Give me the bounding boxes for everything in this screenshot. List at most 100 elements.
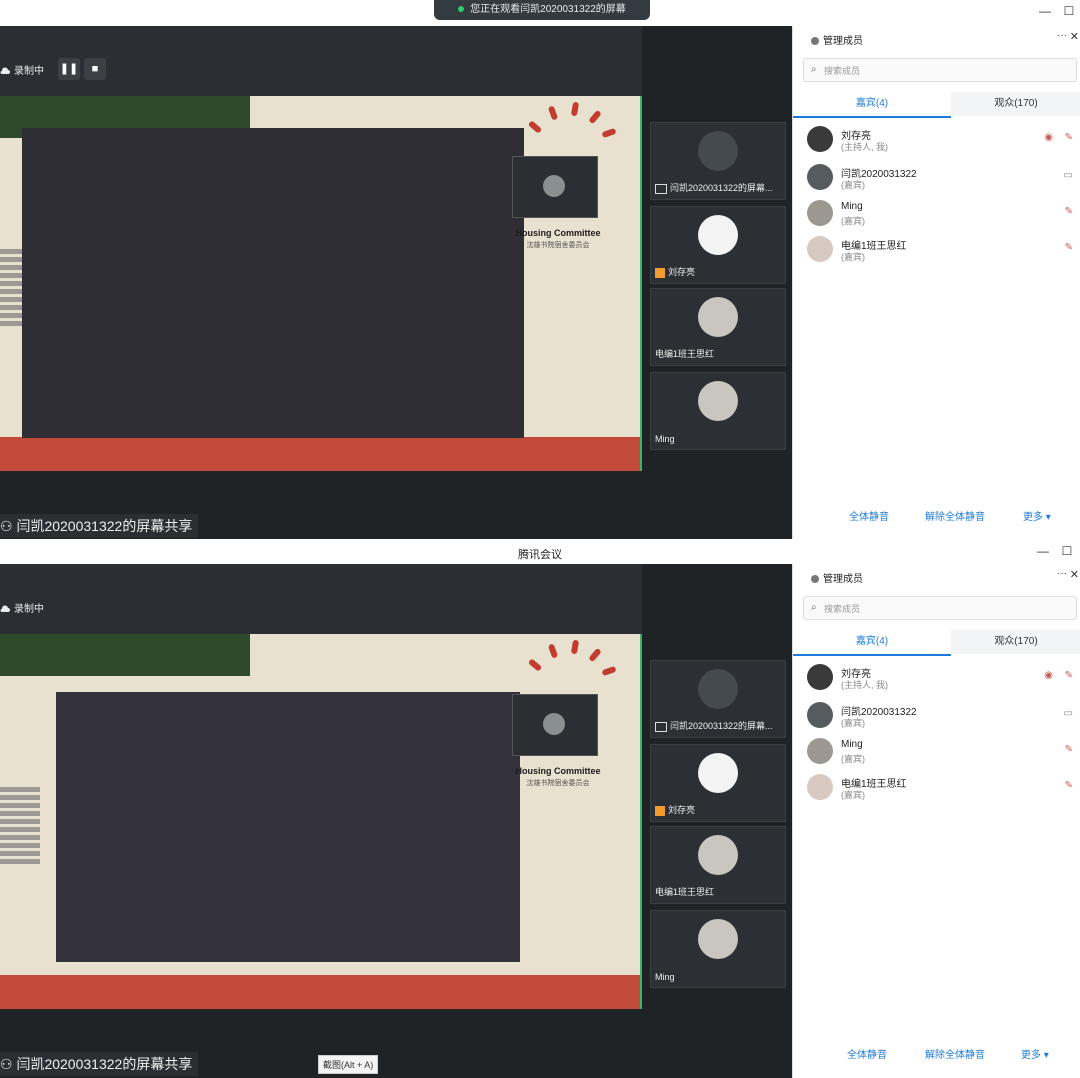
avatar (807, 702, 833, 728)
pause-recording-button[interactable]: ❚❚ (58, 58, 80, 80)
avatar (807, 236, 833, 262)
video-tile[interactable]: Ming (650, 372, 786, 450)
member-role: (主持人, 我) (841, 142, 888, 152)
screen-share-area: 录制中 ❚❚ ■ Housing Committee 沈雄书院宿舍委员会 ⚇ 闫… (0, 26, 642, 540)
person-icon (811, 37, 819, 46)
logo-subtitle: 沈雄书院宿舍委员会 (526, 242, 590, 249)
stop-recording-button[interactable]: ■ (84, 58, 106, 80)
more-button-label: 更多 (1021, 1050, 1041, 1061)
screen-share-icon (655, 183, 667, 194)
title-bar: 您正在观看闫凯2020031322的屏幕 — ☐ (0, 0, 1080, 27)
screen-share-caption: ⚇ 闫凯2020031322的屏幕共享 (0, 1052, 199, 1076)
minimize-button[interactable]: — (1036, 544, 1050, 558)
more-button[interactable]: 更多 ▾ (1021, 1046, 1049, 1061)
recording-bar: 录制中 (0, 564, 642, 634)
video-tile[interactable]: 闫凯2020031322的屏幕... (650, 660, 786, 738)
recording-status: 录制中 (0, 62, 44, 77)
close-icon[interactable]: ✕ (1070, 30, 1079, 43)
grass-decoration (0, 975, 640, 1009)
member-row[interactable]: Ming (嘉宾) ✎ (807, 736, 1077, 768)
person-icon (811, 575, 819, 584)
member-row[interactable]: 刘存亮 (主持人, 我) ◉ ✎ (807, 662, 1077, 694)
mic-muted-icon[interactable]: ✎ (1065, 206, 1073, 217)
stop-icon: ■ (91, 63, 99, 75)
tab-guests[interactable]: 嘉宾(4) (793, 92, 951, 118)
title-bar: 腾讯会议 — ☐ (0, 542, 1080, 565)
member-row[interactable]: Ming (嘉宾) ✎ (807, 198, 1077, 230)
screen-share-icon[interactable]: ▭ (1064, 708, 1073, 719)
member-panel-footer: 全体静音 解除全体静音 更多 ▾ (793, 1044, 1080, 1064)
tab-audience[interactable]: 观众(170) (951, 630, 1080, 654)
participant-name: Ming (655, 434, 675, 444)
maximize-button[interactable]: ☐ (1062, 4, 1076, 18)
camera-off-icon[interactable]: ◉ (1044, 132, 1053, 143)
member-row[interactable]: 闫凯2020031322 (嘉宾) ▭ (807, 700, 1077, 732)
video-gallery: 闫凯2020031322的屏幕... 刘存亮 电编1班王思红 Ming (642, 26, 792, 540)
video-tile[interactable]: 刘存亮 (650, 744, 786, 822)
search-placeholder: 搜索成员 (824, 66, 861, 76)
search-input[interactable]: ⌕ 搜索成员 (803, 596, 1077, 620)
member-row[interactable]: 电编1班王思红 (嘉宾) ✎ (807, 772, 1077, 804)
video-tile[interactable]: Ming (650, 910, 786, 988)
member-panel: 管理成员 ··· ✕ ⌕ 搜索成员 嘉宾(4) 观众(170) 刘存亮 (主持人… (792, 564, 1080, 1078)
member-role: (嘉宾) (841, 754, 865, 764)
viewing-screen-banner[interactable]: 您正在观看闫凯2020031322的屏幕 (434, 0, 650, 20)
host-badge-icon (655, 267, 665, 278)
recording-bar: 录制中 ❚❚ ■ (0, 26, 642, 96)
unmute-all-button[interactable]: 解除全体静音 (925, 1046, 985, 1061)
video-tile[interactable]: 电编1班王思红 (650, 826, 786, 904)
avatar (807, 664, 833, 690)
participant-name: 闫凯2020031322的屏幕... (655, 181, 773, 194)
member-role: (主持人, 我) (841, 680, 888, 690)
mic-muted-icon[interactable]: ✎ (1065, 242, 1073, 253)
member-panel-header: 管理成员 ··· ✕ (793, 564, 1080, 588)
video-tile[interactable]: 闫凯2020031322的屏幕... (650, 122, 786, 200)
mute-all-button[interactable]: 全体静音 (847, 1046, 887, 1061)
screenshot-collage: 您正在观看闫凯2020031322的屏幕 — ☐ 录制中 ❚❚ ■ Housin… (0, 0, 1080, 1078)
mic-muted-icon[interactable]: ✎ (1065, 744, 1073, 755)
member-panel-title: 管理成员 (811, 32, 863, 47)
more-options-button[interactable]: ··· (1057, 568, 1067, 579)
mute-all-button[interactable]: 全体静音 (849, 508, 889, 523)
meeting-window-top: 您正在观看闫凯2020031322的屏幕 — ☐ 录制中 ❚❚ ■ Housin… (0, 0, 1080, 540)
mic-muted-icon[interactable]: ✎ (1065, 670, 1073, 681)
participant-avatar (698, 919, 738, 959)
live-indicator-icon (458, 6, 465, 13)
search-input[interactable]: ⌕ 搜索成员 (803, 58, 1077, 82)
member-panel-title-text: 管理成员 (823, 36, 863, 47)
member-tabs: 嘉宾(4) 观众(170) (793, 630, 1080, 656)
member-row[interactable]: 闫凯2020031322 (嘉宾) ▭ (807, 162, 1077, 194)
screenshot-hint-tooltip: 截图(Alt + A) (318, 1055, 379, 1074)
housing-committee-logo: Housing Committee 沈雄书院宿舍委员会 (506, 101, 622, 274)
participant-name-text: 刘存亮 (668, 805, 696, 815)
logo-title: Housing Committee (515, 228, 601, 238)
close-icon[interactable]: ✕ (1070, 568, 1079, 581)
mic-muted-icon[interactable]: ✎ (1065, 780, 1073, 791)
member-row[interactable]: 刘存亮 (主持人, 我) ◉ ✎ (807, 124, 1077, 156)
unmute-all-button[interactable]: 解除全体静音 (925, 508, 985, 523)
member-row[interactable]: 电编1班王思红 (嘉宾) ✎ (807, 234, 1077, 266)
more-button[interactable]: 更多 ▾ (1023, 508, 1051, 523)
video-tile[interactable]: 刘存亮 (650, 206, 786, 284)
video-tile[interactable]: 电编1班王思红 (650, 288, 786, 366)
participant-avatar (698, 297, 738, 337)
participant-avatar (698, 835, 738, 875)
logo-subtitle: 沈雄书院宿舍委员会 (526, 780, 590, 787)
participant-avatar (698, 215, 738, 255)
avatar (807, 774, 833, 800)
member-role: (嘉宾) (841, 718, 865, 728)
minimize-button[interactable]: — (1038, 4, 1052, 18)
participant-name: Ming (655, 972, 675, 982)
shared-screen-content: Housing Committee 沈雄书院宿舍委员会 (0, 96, 642, 471)
more-options-button[interactable]: ··· (1057, 30, 1067, 41)
tab-audience[interactable]: 观众(170) (951, 92, 1080, 116)
mic-muted-icon[interactable]: ✎ (1065, 132, 1073, 143)
screen-share-icon[interactable]: ▭ (1064, 170, 1073, 181)
tab-guests[interactable]: 嘉宾(4) (793, 630, 951, 656)
camera-off-icon[interactable]: ◉ (1044, 670, 1053, 681)
avatar (807, 164, 833, 190)
participant-avatar (698, 381, 738, 421)
maximize-button[interactable]: ☐ (1060, 544, 1074, 558)
shared-screen-content: Housing Committee 沈雄书院宿舍委员会 (0, 634, 642, 1009)
participant-name: 电编1班王思红 (655, 887, 715, 897)
